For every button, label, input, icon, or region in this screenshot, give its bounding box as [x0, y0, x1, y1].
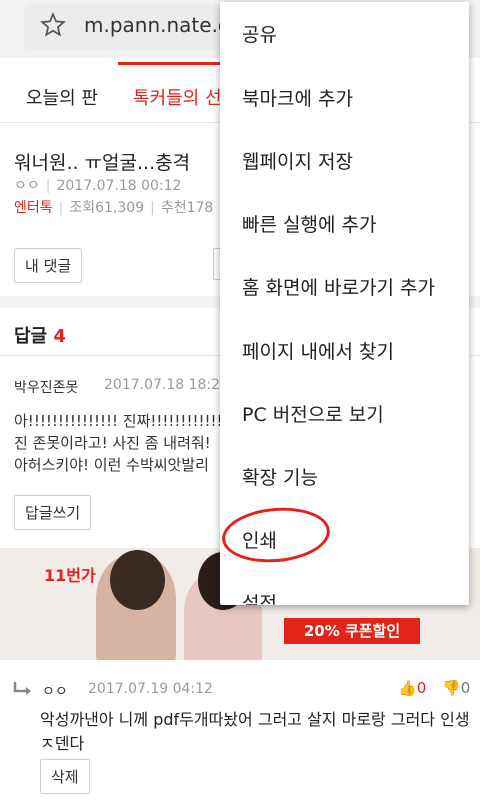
- thumbs-up-icon: 👍: [398, 679, 417, 697]
- ad-model-hair: [110, 550, 165, 610]
- active-tab-indicator: [118, 62, 230, 65]
- upvote-count: 0: [416, 679, 427, 697]
- comment-body: 아!!!!!!!!!!!!!!! 진짜!!!!!!!!!!!!!! 어그로 끌 …: [14, 410, 224, 476]
- comment-line: 아허스키야! 이런 수박씨앗발리: [14, 456, 209, 474]
- menu-item-settings[interactable]: 설정: [242, 589, 277, 605]
- comment-author: ㅇㅇ: [42, 684, 68, 700]
- thumbs-down-icon: 👎: [442, 679, 461, 697]
- menu-item-add-shortcut[interactable]: 홈 화면에 바로가기 추가: [242, 273, 435, 300]
- replies-header: 답글 4: [14, 322, 66, 348]
- menu-item-add-bookmark[interactable]: 북마크에 추가: [242, 84, 353, 111]
- menu-item-save-page[interactable]: 웹페이지 저장: [242, 147, 353, 174]
- upvote-button[interactable]: 👍0: [398, 679, 426, 697]
- menu-item-find-in-page[interactable]: 페이지 내에서 찾기: [242, 337, 394, 364]
- tab-today[interactable]: 오늘의 판: [26, 84, 98, 110]
- menu-item-extensions[interactable]: 확장 기능: [242, 463, 318, 490]
- bookmark-star-icon[interactable]: [40, 12, 66, 38]
- reply-arrow-icon: [13, 682, 31, 695]
- ad-coupon-badge: 20% 쿠폰할인: [284, 618, 420, 644]
- post-date: 2017.07.18 00:12: [56, 178, 182, 194]
- comment-date: 2017.07.19 04:12: [88, 681, 213, 697]
- menu-item-share[interactable]: 공유: [242, 20, 277, 47]
- delete-button[interactable]: 삭제: [40, 759, 90, 794]
- post-title[interactable]: 워너원.. ㅠ얼굴...충격: [14, 148, 190, 175]
- menu-item-add-quick-access[interactable]: 빠른 실행에 추가: [242, 210, 376, 237]
- replies-count: 4: [53, 326, 66, 347]
- comment-line: 아!!!!!!!!!!!!!!! 진짜!!!!!!!!!!!!!! 어그로 끌: [14, 412, 224, 430]
- my-comments-button[interactable]: 내 댓글: [14, 248, 83, 283]
- menu-item-desktop-view[interactable]: PC 버전으로 보기: [242, 400, 384, 427]
- comment-date: 2017.07.18 18:2: [104, 377, 221, 393]
- downvote-button[interactable]: 👎0: [442, 679, 470, 697]
- post-recommend: 추천178: [160, 200, 214, 216]
- url-text[interactable]: m.pann.nate.co: [84, 13, 241, 37]
- post-meta: ㅇㅇ | 2017.07.18 00:12: [14, 178, 182, 194]
- replies-label: 답글: [14, 326, 48, 347]
- post-category[interactable]: 엔터톡: [14, 200, 53, 216]
- comment-body: 악성까낸아 니께 pdf두개따놨어 그러고 살지 마로랑 그러다 인생ㅈ덴다: [40, 710, 470, 753]
- ad-logo: 11번가: [44, 566, 96, 585]
- post-stats: 엔터톡 | 조회61,309 | 추천178: [14, 200, 214, 216]
- comment-author: 박우진존못: [14, 380, 79, 396]
- post-author: ㅇㅇ: [14, 178, 40, 194]
- comment-line: 진 존못이라고! 사진 좀 내려줘!: [14, 434, 211, 452]
- tab-talkers[interactable]: 톡커들의 선: [133, 84, 222, 110]
- downvote-count: 0: [460, 679, 471, 697]
- post-views: 조회61,309: [69, 200, 145, 216]
- write-reply-button[interactable]: 답글쓰기: [14, 495, 92, 530]
